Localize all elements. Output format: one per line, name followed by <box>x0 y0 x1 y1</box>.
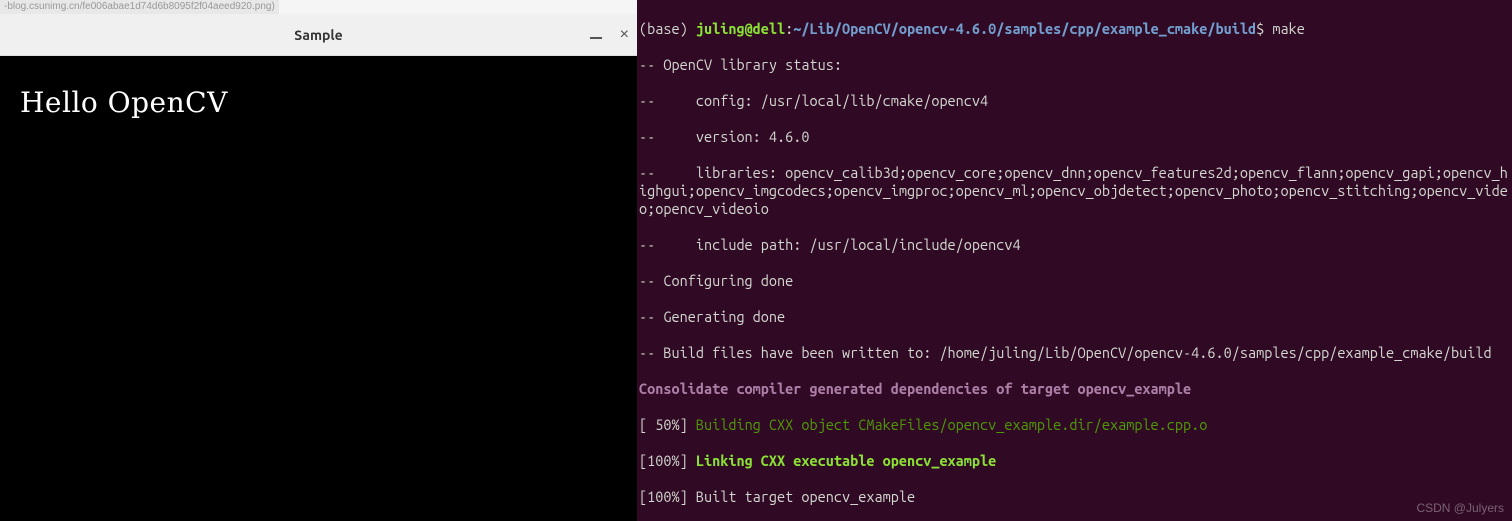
window-title: Sample <box>294 27 342 43</box>
window-controls: × <box>590 27 629 43</box>
terminal-line: -- version: 4.6.0 <box>639 128 1510 146</box>
prompt-base: (base) <box>639 20 696 37</box>
terminal-line: (base) juling@dell:~/Lib/OpenCV/opencv-4… <box>639 20 1510 38</box>
terminal-line: [ 50%] Building CXX object CMakeFiles/op… <box>639 416 1510 434</box>
titlebar[interactable]: Sample × <box>0 14 637 56</box>
terminal-line: -- libraries: opencv_calib3d;opencv_core… <box>639 164 1510 218</box>
link-msg: Linking CXX executable opencv_example <box>696 452 996 469</box>
terminal-line: -- Configuring done <box>639 272 1510 290</box>
terminal-line: -- config: /usr/local/lib/cmake/opencv4 <box>639 92 1510 110</box>
terminal-line: -- Build files have been written to: /ho… <box>639 344 1510 362</box>
percent-marker: [ 50%] <box>639 416 696 433</box>
opencv-canvas-text: Hello OpenCV <box>20 86 617 119</box>
prompt-path: ~/Lib/OpenCV/opencv-4.6.0/samples/cpp/ex… <box>793 20 1256 37</box>
terminal-line: -- OpenCV library status: <box>639 56 1510 74</box>
terminal-line: [100%] Linking CXX executable opencv_exa… <box>639 452 1510 470</box>
opencv-sample-window: Sample × Hello OpenCV <box>0 0 637 521</box>
minimize-icon[interactable] <box>590 37 602 39</box>
terminal-line: [100%] Built target opencv_example <box>639 488 1510 506</box>
close-icon[interactable]: × <box>620 27 629 43</box>
watermark: CSDN @Julyers <box>1416 499 1504 517</box>
terminal[interactable]: (base) juling@dell:~/Lib/OpenCV/opencv-4… <box>637 0 1512 521</box>
terminal-line: Consolidate compiler generated dependenc… <box>639 380 1510 398</box>
terminal-line: -- include path: /usr/local/include/open… <box>639 236 1510 254</box>
terminal-line: -- Generating done <box>639 308 1510 326</box>
prompt-user: juling@dell <box>696 20 785 37</box>
opencv-canvas: Hello OpenCV <box>0 56 637 521</box>
cmd-make: make <box>1264 20 1305 37</box>
url-fragment: -blog.csunimg.cn/fe006abae1d74d6b8095f2f… <box>0 0 279 14</box>
build-msg: Building CXX object CMakeFiles/opencv_ex… <box>696 416 1208 433</box>
percent-marker: [100%] <box>639 452 696 469</box>
